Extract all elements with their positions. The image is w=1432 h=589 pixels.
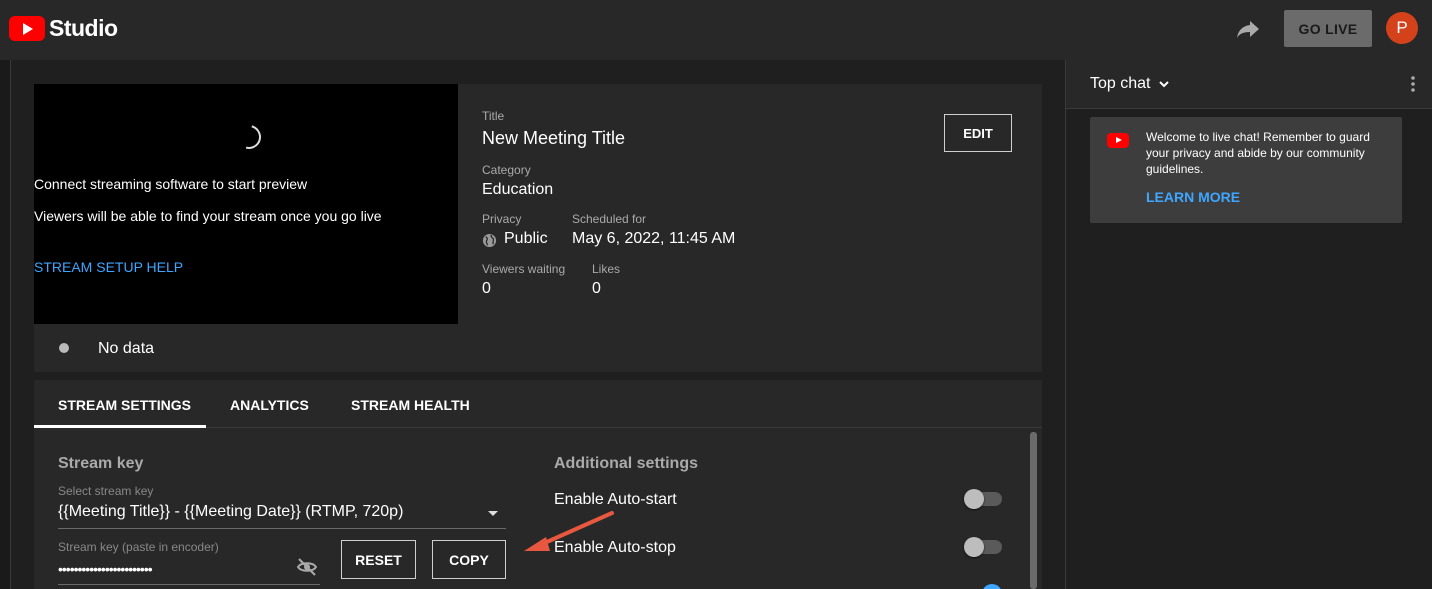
viewers-waiting-label: Viewers waiting	[482, 262, 566, 276]
settings-scrollbar[interactable]	[1030, 432, 1037, 589]
stream-setup-help-link[interactable]: STREAM SETUP HELP	[34, 259, 458, 275]
preview-submessage: Viewers will be able to find your stream…	[34, 208, 382, 224]
category-value: Education	[482, 181, 554, 198]
preview-message: Connect streaming software to start prev…	[34, 176, 308, 192]
stream-preview	[34, 84, 458, 324]
title-label: Title	[482, 109, 505, 123]
annotation-arrow-icon	[524, 511, 614, 551]
edit-button[interactable]: EDIT	[944, 114, 1012, 152]
scheduled-value: May 6, 2022, 11:45 AM	[572, 230, 736, 247]
viewers-waiting-value: 0	[482, 280, 491, 297]
studio-logo[interactable]: Studio	[9, 15, 118, 42]
chat-welcome-message: Welcome to live chat! Remember to guard …	[1146, 130, 1370, 176]
key-underline	[58, 584, 320, 585]
auto-stop-toggle-knob[interactable]	[964, 537, 984, 557]
tab-analytics[interactable]: ANALYTICS	[230, 397, 309, 413]
auto-start-toggle-knob[interactable]	[964, 489, 984, 509]
left-rail	[0, 60, 11, 589]
chat-mode-selector[interactable]: Top chat	[1090, 75, 1150, 93]
avatar[interactable]: P	[1386, 12, 1418, 44]
stream-status-text: No data	[98, 340, 155, 357]
tab-stream-settings[interactable]: STREAM SETTINGS	[58, 397, 191, 413]
privacy-value: Public	[504, 230, 548, 247]
stream-key-title: Stream key	[58, 455, 144, 472]
go-live-button[interactable]: GO LIVE	[1284, 10, 1372, 47]
status-dot-icon	[59, 343, 69, 353]
tab-stream-health[interactable]: STREAM HEALTH	[351, 397, 470, 413]
share-icon[interactable]	[1235, 17, 1261, 41]
dropdown-caret-icon[interactable]	[488, 511, 498, 516]
additional-settings-title: Additional settings	[554, 455, 698, 472]
eye-off-icon[interactable]	[296, 557, 318, 577]
chevron-down-icon[interactable]	[1158, 78, 1170, 90]
select-underline	[58, 528, 506, 529]
privacy-label: Privacy	[482, 212, 522, 226]
globe-icon	[482, 233, 497, 248]
more-options-icon[interactable]	[1410, 75, 1416, 93]
app-name: Studio	[49, 15, 118, 41]
scheduled-label: Scheduled for	[572, 212, 647, 226]
category-label: Category	[482, 163, 531, 177]
likes-value: 0	[592, 280, 601, 297]
likes-label: Likes	[592, 262, 621, 276]
reset-button[interactable]: RESET	[341, 540, 416, 579]
top-bar	[0, 0, 1432, 60]
stream-key-select[interactable]: {{Meeting Title}} - {{Meeting Date}} (RT…	[58, 503, 403, 521]
learn-more-link[interactable]: LEARN MORE	[1146, 189, 1240, 205]
select-stream-key-label: Select stream key	[58, 484, 154, 498]
copy-button[interactable]: COPY	[432, 540, 506, 579]
stream-status-bar	[34, 324, 1042, 372]
stream-key-field[interactable]: ••••••••••••••••••••••••	[58, 561, 153, 577]
active-tab-indicator	[34, 425, 206, 428]
title-value: New Meeting Title	[482, 128, 626, 148]
youtube-icon	[1107, 133, 1129, 148]
stream-key-label: Stream key (paste in encoder)	[58, 540, 219, 554]
youtube-icon	[9, 16, 45, 41]
